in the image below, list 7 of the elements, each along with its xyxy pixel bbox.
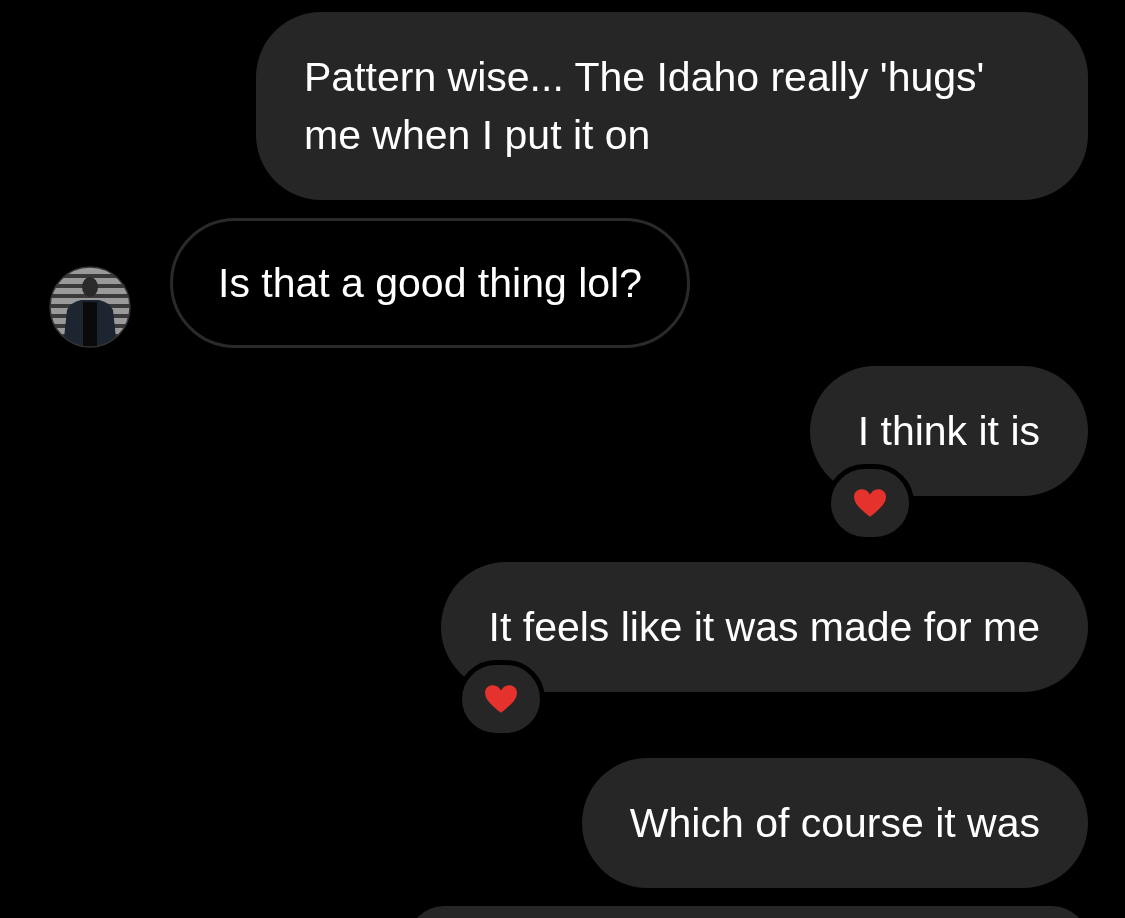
message-text: Which of course it was (629, 800, 1040, 846)
message-text: I think it is (857, 408, 1040, 454)
message-text: Pattern wise... The Idaho really 'hugs' me when I put it on (304, 54, 985, 158)
message-text: Is that a good thing lol? (218, 260, 642, 306)
heart-icon (483, 684, 518, 714)
heart-icon (852, 488, 887, 518)
message-text: It feels like it was made for me (488, 604, 1040, 650)
